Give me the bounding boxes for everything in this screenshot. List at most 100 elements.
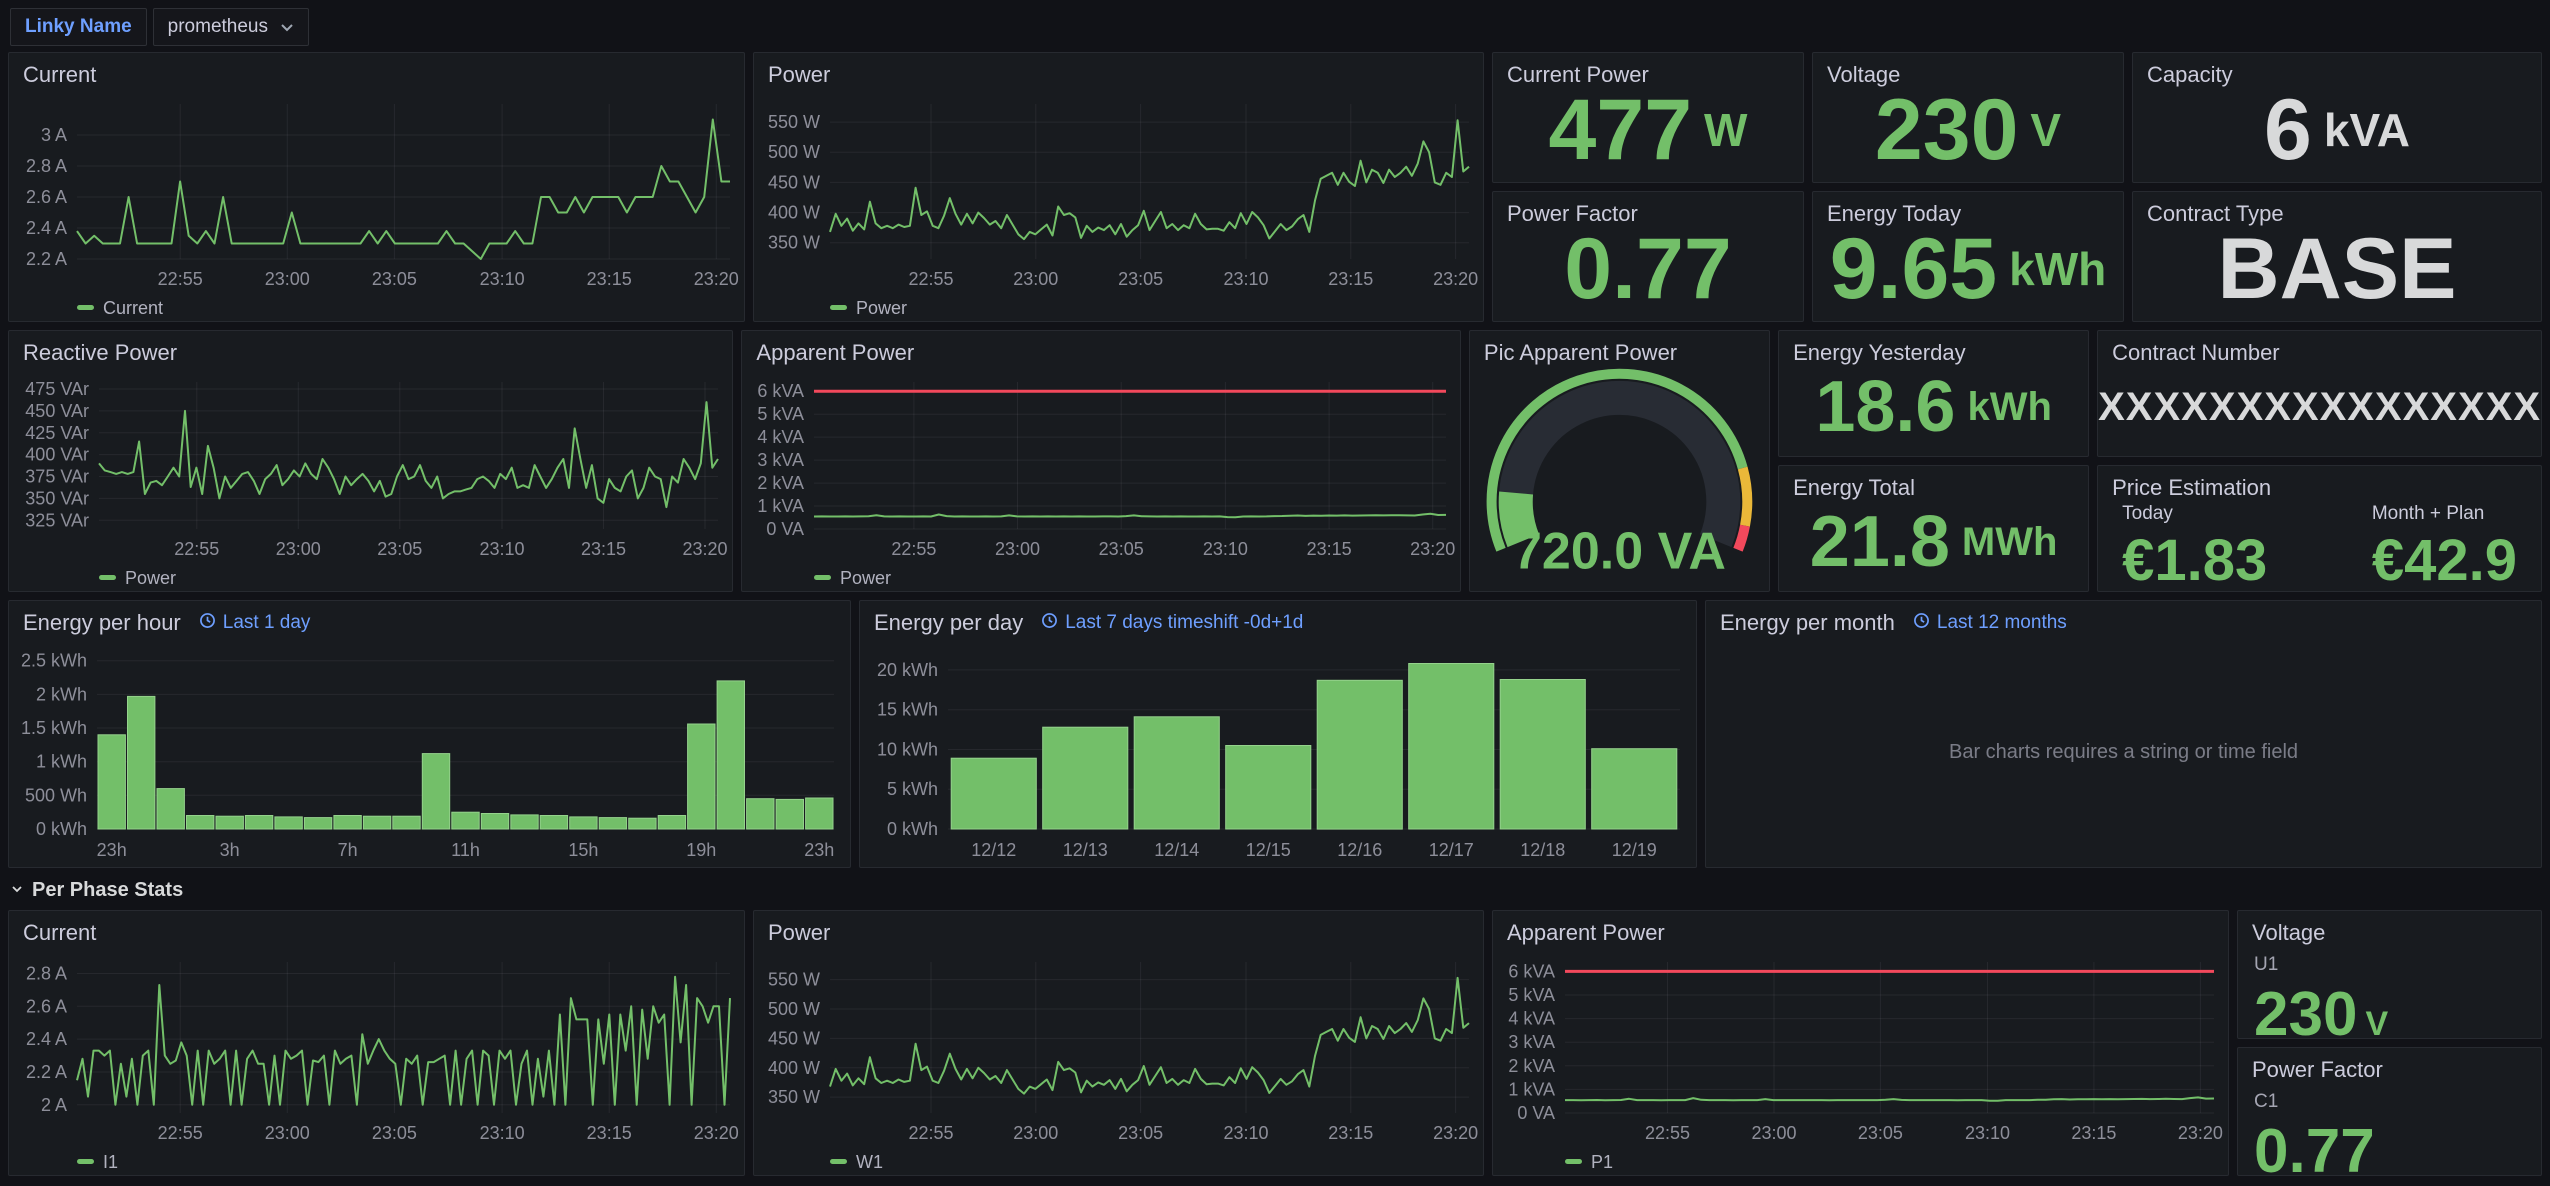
svg-text:720.0 VA: 720.0 VA [1513, 522, 1726, 580]
svg-text:10 kWh: 10 kWh [877, 740, 938, 760]
panel-title[interactable]: Price Estimation [2112, 475, 2271, 501]
svg-text:22:55: 22:55 [908, 1123, 953, 1143]
panel-title[interactable]: Current [23, 920, 96, 946]
panel-title[interactable]: Power [768, 920, 830, 946]
panel-title[interactable]: Energy per month [1720, 610, 1895, 636]
empty-chart-message: Bar charts requires a string or time fie… [1949, 741, 2298, 764]
svg-text:15 kWh: 15 kWh [877, 700, 938, 720]
svg-text:1.5 kWh: 1.5 kWh [21, 718, 87, 738]
time-range-link[interactable]: Last 1 day [199, 612, 311, 635]
svg-text:23:05: 23:05 [377, 539, 422, 559]
svg-text:2 A: 2 A [41, 1095, 67, 1115]
energy-per-day-chart[interactable]: 0 kWh5 kWh10 kWh15 kWh20 kWh12/1212/1312… [860, 638, 1696, 867]
svg-text:23:10: 23:10 [480, 269, 525, 289]
svg-text:23:05: 23:05 [1858, 1123, 1903, 1143]
svg-text:12/13: 12/13 [1063, 840, 1108, 860]
svg-text:23:20: 23:20 [2178, 1123, 2223, 1143]
svg-text:425 VAr: 425 VAr [25, 423, 89, 443]
panel-title[interactable]: Voltage [2252, 920, 2325, 946]
svg-text:22:55: 22:55 [158, 1123, 203, 1143]
stat-value: 477 W [1493, 90, 1803, 182]
svg-text:23:10: 23:10 [1223, 1123, 1268, 1143]
svg-text:23:15: 23:15 [1328, 1123, 1373, 1143]
panel-title[interactable]: Reactive Power [23, 340, 177, 366]
svg-text:400 W: 400 W [768, 1058, 820, 1078]
power-chart[interactable]: 350 W400 W450 W500 W550 W22:5523:0023:05… [754, 90, 1483, 321]
svg-text:23:00: 23:00 [1013, 1123, 1058, 1143]
svg-text:12/19: 12/19 [1612, 840, 1657, 860]
panel-title[interactable]: Contract Number [2112, 340, 2280, 366]
svg-text:20 kWh: 20 kWh [877, 660, 938, 680]
panel-title[interactable]: Energy per day [874, 610, 1023, 636]
reactive-power-chart[interactable]: 325 VAr350 VAr375 VAr400 VAr425 VAr450 V… [9, 368, 732, 591]
energy-per-hour-chart[interactable]: 0 kWh500 Wh1 kWh1.5 kWh2 kWh2.5 kWh23h3h… [9, 638, 850, 867]
grafana-dashboard: Linky Name prometheus Current 2.2 A2.4 A… [0, 0, 2550, 1176]
empty-chart-message-area: Bar charts requires a string or time fie… [1706, 638, 2541, 867]
current-chart[interactable]: 2.2 A2.4 A2.6 A2.8 A3 A22:5523:0023:0523… [9, 90, 744, 321]
svg-text:1 kVA: 1 kVA [758, 496, 805, 516]
svg-text:500 W: 500 W [768, 999, 820, 1019]
svg-text:23:15: 23:15 [1328, 269, 1373, 289]
svg-text:3 A: 3 A [41, 125, 67, 145]
svg-text:4 kVA: 4 kVA [1508, 1009, 1555, 1029]
svg-text:23:00: 23:00 [276, 539, 321, 559]
panel-title[interactable]: Energy per hour [23, 610, 181, 636]
chevron-down-icon [10, 879, 24, 902]
panel-title[interactable]: Apparent Power [756, 340, 914, 366]
svg-text:450 W: 450 W [768, 1028, 820, 1048]
stat-energy-total: Energy Total 21.8 MWh [1778, 465, 2089, 592]
svg-text:550 W: 550 W [768, 112, 820, 132]
stat-current-power: Current Power 477 W [1492, 52, 1804, 183]
svg-text:550 W: 550 W [768, 970, 820, 990]
panel-title[interactable]: Apparent Power [1507, 920, 1665, 946]
panel-title[interactable]: Energy Yesterday [1793, 340, 1965, 366]
stat-value: 230 V [1813, 90, 2123, 182]
price-values: Today €1.83 Month + Plan €42.9 [2098, 503, 2541, 604]
svg-text:23:00: 23:00 [265, 1123, 310, 1143]
variable-label: Linky Name [10, 8, 147, 46]
svg-text:19h: 19h [686, 840, 716, 860]
svg-text:12/18: 12/18 [1520, 840, 1565, 860]
panel-title[interactable]: Capacity [2147, 62, 2233, 88]
gauge: 720.0 VA [1470, 368, 1769, 591]
svg-text:400 VAr: 400 VAr [25, 445, 89, 465]
row-energy: Energy per hour Last 1 day 0 kWh500 Wh1 … [0, 600, 2550, 868]
svg-text:P1: P1 [1591, 1152, 1613, 1172]
svg-text:23:20: 23:20 [1433, 269, 1478, 289]
current-i1-chart[interactable]: 2 A2.2 A2.4 A2.6 A2.8 A22:5523:0023:0523… [9, 948, 744, 1175]
svg-text:0 VA: 0 VA [767, 519, 805, 539]
svg-text:23:05: 23:05 [1118, 1123, 1163, 1143]
apparent-p1-chart[interactable]: 0 VA1 kVA2 kVA3 kVA4 kVA5 kVA6 kVA22:552… [1493, 948, 2228, 1175]
svg-text:23:20: 23:20 [1411, 539, 1456, 559]
svg-text:Power: Power [856, 298, 907, 318]
time-range-link[interactable]: Last 12 months [1913, 612, 2067, 635]
phase-stats-column: Voltage U1 230V Power Factor C1 0.77 [2237, 910, 2542, 1176]
row-per-phase-stats[interactable]: Per Phase Stats [10, 876, 2540, 904]
panel-title[interactable]: Current [23, 62, 96, 88]
power-w1-chart[interactable]: 350 W400 W450 W500 W550 W22:5523:0023:05… [754, 948, 1483, 1175]
svg-text:12/16: 12/16 [1337, 840, 1382, 860]
svg-text:22:55: 22:55 [174, 539, 219, 559]
price-today: Today €1.83 [2122, 503, 2267, 588]
apparent-power-chart[interactable]: 0 VA1 kVA2 kVA3 kVA4 kVA5 kVA6 kVA22:552… [742, 368, 1460, 591]
panel-pic-apparent-power: Pic Apparent Power 720.0 VA [1469, 330, 1770, 592]
panel-title[interactable]: Power [768, 62, 830, 88]
svg-text:23:00: 23:00 [265, 269, 310, 289]
stat-value: 9.65 kWh [1813, 229, 2123, 321]
svg-text:3 kVA: 3 kVA [758, 450, 805, 470]
clock-icon [1913, 612, 1930, 635]
svg-text:11h: 11h [451, 840, 480, 860]
svg-text:2.6 A: 2.6 A [26, 187, 67, 207]
svg-text:450 VAr: 450 VAr [25, 401, 89, 421]
time-range-link[interactable]: Last 7 days timeshift -0d+1d [1041, 612, 1303, 635]
row-per-phase: Current 2 A2.2 A2.4 A2.6 A2.8 A22:5523:0… [0, 910, 2550, 1176]
panel-energy-per-day: Energy per day Last 7 days timeshift -0d… [859, 600, 1697, 868]
panel-power-phase1: Power 350 W400 W450 W500 W550 W22:5523:0… [753, 910, 1484, 1176]
svg-text:22:55: 22:55 [892, 539, 937, 559]
panel-title[interactable]: Power Factor [2252, 1057, 2383, 1083]
panel-title[interactable]: Pic Apparent Power [1484, 340, 1677, 366]
panel-title[interactable]: Energy Total [1793, 475, 1915, 501]
stat-voltage-u1: Voltage U1 230V [2237, 910, 2542, 1039]
svg-text:12/14: 12/14 [1154, 840, 1199, 860]
variable-dropdown[interactable]: prometheus [153, 8, 309, 46]
